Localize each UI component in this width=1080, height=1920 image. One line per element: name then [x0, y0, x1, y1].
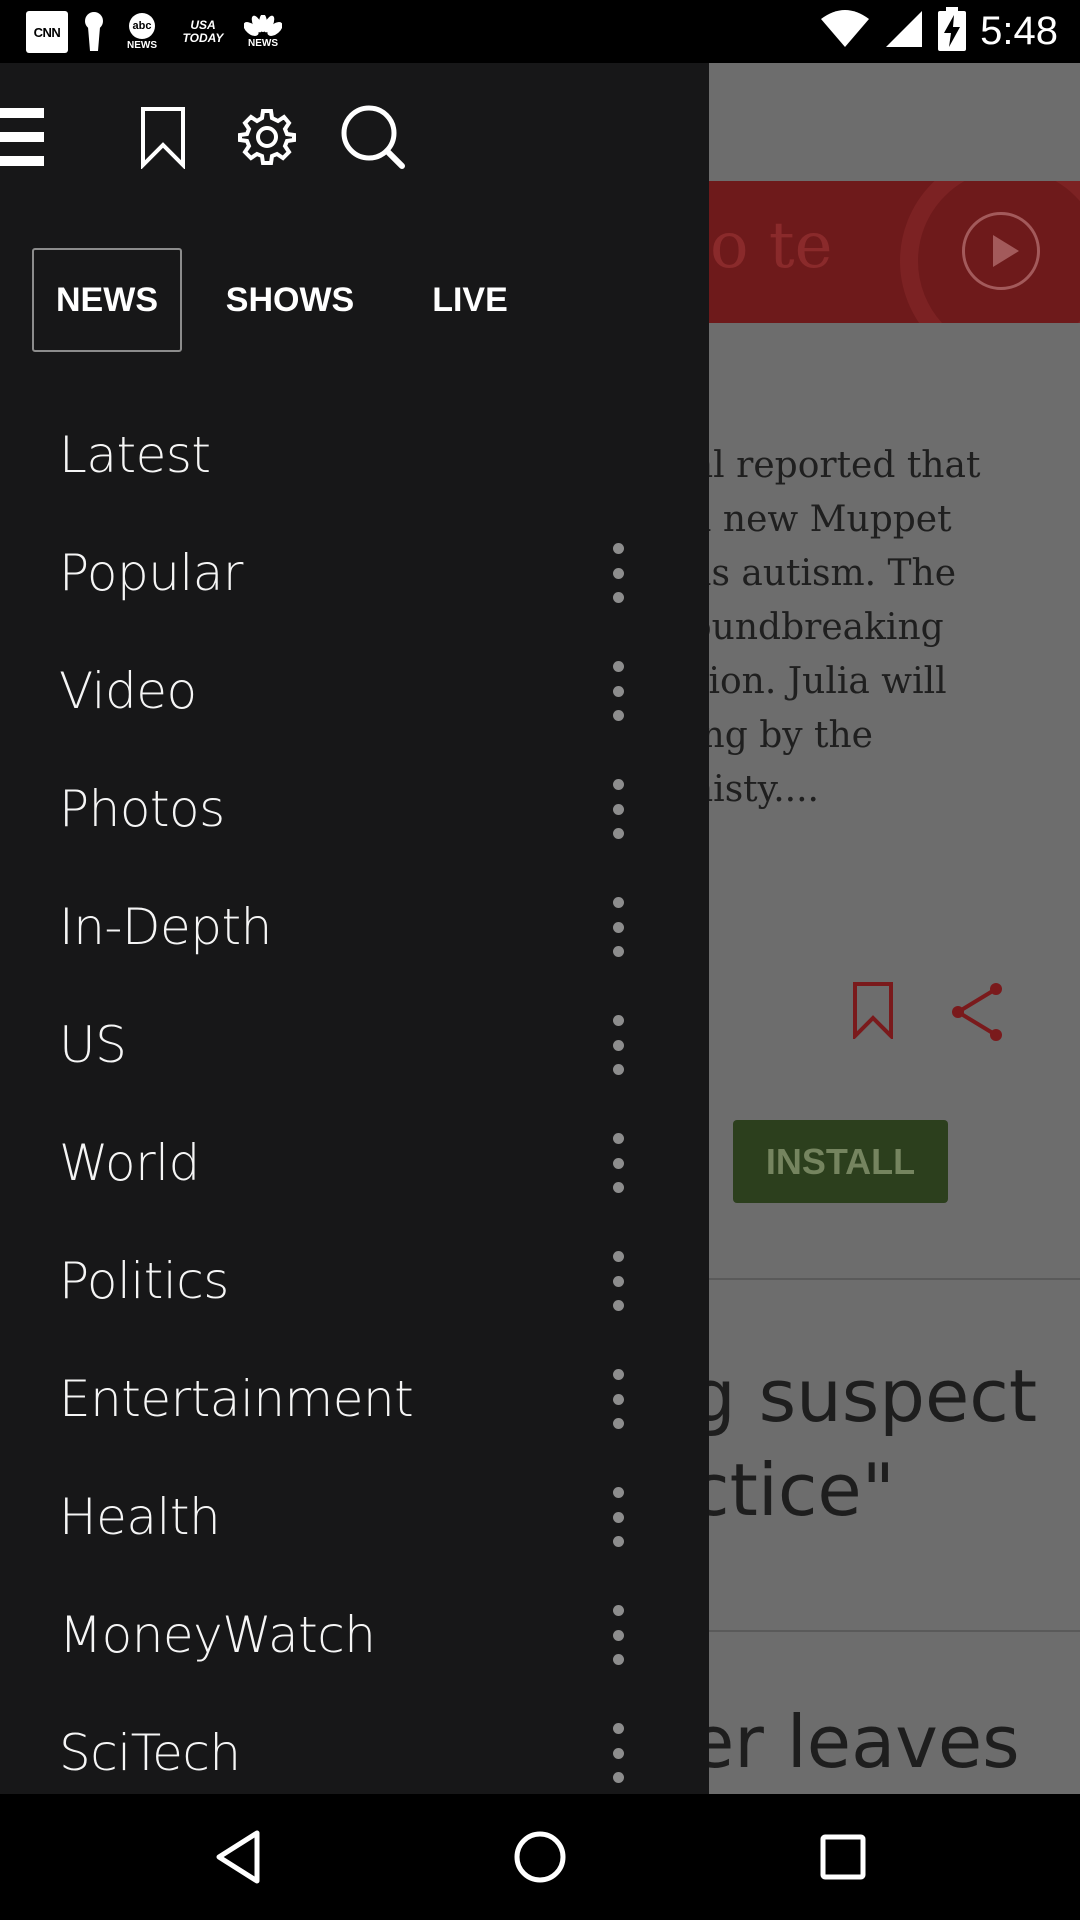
system-status: 5:48 — [820, 0, 1058, 63]
battery-charging-icon — [938, 7, 967, 56]
more-options-icon[interactable] — [608, 897, 628, 957]
menu-item-label: Politics — [59, 1252, 229, 1310]
background-headline: g suspect ctice" — [690, 1354, 1038, 1532]
navigation-drawer: NEWS SHOWS LIVE Latest Popular Video Pho… — [0, 63, 709, 1794]
more-options-icon[interactable] — [608, 1251, 628, 1311]
tab-news[interactable]: NEWS — [32, 248, 182, 352]
more-options-icon[interactable] — [608, 1133, 628, 1193]
menu-item-photos[interactable]: Photos — [0, 750, 709, 868]
usa-today-icon: USA TODAY — [182, 18, 224, 45]
tab-live[interactable]: LIVE — [398, 248, 542, 352]
cell-signal-icon — [884, 9, 924, 54]
background-headline: er leaves — [690, 1700, 1020, 1784]
keyhole-icon — [82, 11, 106, 53]
navigation-bar — [0, 1794, 1080, 1920]
menu-item-video[interactable]: Video — [0, 632, 709, 750]
menu-item-label: SciTech — [59, 1724, 241, 1782]
menu-icon[interactable] — [0, 101, 46, 173]
cnn-icon: CNN — [26, 11, 68, 53]
more-options-icon[interactable] — [608, 543, 628, 603]
background-bookmark-icon — [852, 981, 894, 1041]
menu-item-label: US — [59, 1016, 127, 1074]
more-options-icon[interactable] — [608, 1487, 628, 1547]
menu-item-health[interactable]: Health — [0, 1458, 709, 1576]
more-options-icon[interactable] — [608, 1369, 628, 1429]
menu-item-label: World — [59, 1134, 200, 1192]
drawer-toolbar — [0, 63, 709, 203]
tab-shows[interactable]: SHOWS — [182, 248, 398, 352]
more-options-icon[interactable] — [608, 1723, 628, 1783]
menu-item-scitech[interactable]: SciTech — [0, 1694, 709, 1794]
background-divider — [700, 1630, 1080, 1632]
home-icon[interactable] — [505, 1822, 575, 1892]
more-options-icon[interactable] — [608, 779, 628, 839]
menu-item-label: Entertainment — [59, 1370, 414, 1428]
more-options-icon[interactable] — [608, 1605, 628, 1665]
menu-item-label: MoneyWatch — [59, 1606, 376, 1664]
menu-item-popular[interactable]: Popular — [0, 514, 709, 632]
status-bar: CNN abc NEWS USA TODAY NEWS 5:48 — [0, 0, 1080, 63]
menu-item-us[interactable]: US — [0, 986, 709, 1104]
more-options-icon[interactable] — [608, 661, 628, 721]
play-icon — [962, 212, 1040, 290]
menu-item-label: In-Depth — [59, 898, 272, 956]
wifi-icon — [820, 9, 870, 54]
menu-item-label: Health — [59, 1488, 221, 1546]
menu-item-moneywatch[interactable]: MoneyWatch — [0, 1576, 709, 1694]
category-list: Latest Popular Video Photos In-Depth US … — [0, 396, 709, 1794]
menu-item-label: Latest — [59, 426, 211, 484]
menu-item-world[interactable]: World — [0, 1104, 709, 1222]
recent-apps-icon[interactable] — [808, 1822, 878, 1892]
abc-news-icon: abc NEWS — [120, 11, 164, 53]
menu-item-label: Video — [59, 662, 197, 720]
menu-item-label: Photos — [59, 780, 225, 838]
background-share-icon — [950, 981, 1006, 1043]
notification-icons: CNN abc NEWS USA TODAY NEWS — [26, 10, 284, 54]
background-video: o te — [700, 181, 1080, 323]
menu-item-label: Popular — [59, 544, 243, 602]
menu-item-politics[interactable]: Politics — [0, 1222, 709, 1340]
clock: 5:48 — [980, 9, 1058, 53]
back-icon[interactable] — [203, 1822, 273, 1892]
background-install-button: INSTALL — [733, 1120, 948, 1203]
menu-item-in-depth[interactable]: In-Depth — [0, 868, 709, 986]
nbc-news-icon: NEWS — [242, 11, 284, 53]
search-icon[interactable] — [340, 101, 406, 173]
bookmark-icon[interactable] — [138, 101, 188, 173]
section-tabs: NEWS SHOWS LIVE — [32, 248, 542, 352]
more-options-icon[interactable] — [608, 1015, 628, 1075]
settings-icon[interactable] — [236, 101, 298, 173]
background-article-text: nl reported that a new Muppet as autism. T… — [690, 445, 981, 810]
background-divider — [700, 1278, 1080, 1280]
menu-item-latest[interactable]: Latest — [0, 396, 709, 514]
menu-item-entertainment[interactable]: Entertainment — [0, 1340, 709, 1458]
